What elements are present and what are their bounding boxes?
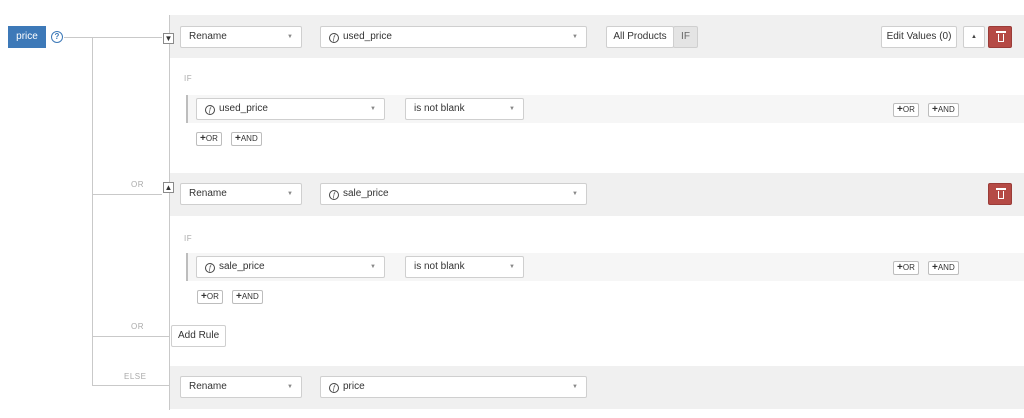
chevron-down-icon: ▼: [509, 264, 515, 270]
rule-2-action-value: Rename: [189, 188, 227, 199]
rule-1-source-select[interactable]: f used_price ▼: [320, 26, 587, 48]
chevron-down-icon: ▼: [572, 191, 578, 197]
add-or-group-button[interactable]: +OR: [197, 290, 223, 304]
edit-values-button[interactable]: Edit Values (0): [881, 26, 957, 48]
chevron-down-icon: ▼: [287, 384, 293, 390]
rule-1-if-label: IF: [184, 74, 193, 83]
condition-or-button[interactable]: +OR: [893, 261, 919, 275]
rule-2-condition-field-value: sale_price: [219, 261, 265, 272]
add-and-group-button[interactable]: +AND: [232, 290, 263, 304]
chevron-down-icon: ▼: [287, 34, 293, 40]
rule-1-collapse-toggle[interactable]: ▼: [163, 33, 174, 44]
help-icon[interactable]: ?: [51, 31, 63, 43]
add-or-label: OR: [205, 134, 218, 143]
condition-bar: [186, 95, 188, 123]
add-and-group-button[interactable]: +AND: [231, 132, 262, 146]
function-icon: f: [205, 263, 215, 273]
condition-or-label: OR: [902, 105, 915, 114]
rule-2-source-select[interactable]: f sale_price ▼: [320, 183, 587, 205]
function-icon: f: [329, 383, 339, 393]
rule-1-condition-field-value: used_price: [219, 103, 268, 114]
or-connector-label: OR: [131, 322, 144, 331]
rule-2-action-select[interactable]: Rename ▼: [180, 183, 302, 205]
rule-2-condition-operator-select[interactable]: is not blank ▼: [405, 256, 524, 278]
rule-2-expand-toggle[interactable]: ▲: [163, 182, 174, 193]
condition-and-button[interactable]: +AND: [928, 103, 959, 117]
rule-1-condition-operator-select[interactable]: is not blank ▼: [405, 98, 524, 120]
add-or-group-button[interactable]: +OR: [196, 132, 222, 146]
else-source-select[interactable]: f price ▼: [320, 376, 587, 398]
rule-2-condition-field-select[interactable]: f sale_price ▼: [196, 256, 385, 278]
connector-line: [92, 194, 162, 195]
else-connector-label: ELSE: [124, 372, 147, 381]
add-rule-button[interactable]: Add Rule: [171, 325, 227, 347]
add-and-label: AND: [240, 134, 258, 143]
condition-bar: [186, 253, 188, 281]
chevron-down-icon: ▼: [572, 34, 578, 40]
chevron-down-icon: ▼: [370, 264, 376, 270]
rule-1-delete-button[interactable]: [988, 26, 1012, 48]
chevron-down-icon: ▼: [509, 106, 515, 112]
else-source-value: price: [343, 381, 365, 392]
function-icon: f: [329, 33, 339, 43]
condition-and-label: AND: [937, 263, 955, 272]
condition-and-button[interactable]: +AND: [928, 261, 959, 275]
field-pill-price[interactable]: price: [8, 26, 46, 48]
condition-or-button[interactable]: +OR: [893, 103, 919, 117]
else-action-select[interactable]: Rename ▼: [180, 376, 302, 398]
rule-2-if-label: IF: [184, 234, 193, 243]
rule-1-action-value: Rename: [189, 31, 227, 42]
rule-1-condition-operator-value: is not blank: [414, 103, 465, 114]
scope-if-button[interactable]: IF: [673, 26, 698, 48]
function-icon: f: [329, 190, 339, 200]
or-connector-label: OR: [131, 180, 144, 189]
rule-2-condition-operator-value: is not blank: [414, 261, 465, 272]
add-or-label: OR: [206, 292, 219, 301]
rule-1-condition-field-select[interactable]: f used_price ▼: [196, 98, 385, 120]
add-and-label: AND: [241, 292, 259, 301]
connector-line: [92, 37, 93, 385]
chevron-down-icon: ▼: [287, 191, 293, 197]
rule-1-action-select[interactable]: Rename ▼: [180, 26, 302, 48]
connector-line: [92, 385, 170, 386]
move-up-button[interactable]: ▲: [963, 26, 985, 48]
trash-icon: [996, 188, 1006, 200]
rule-2-source-value: sale_price: [343, 188, 389, 199]
connector-line: [64, 37, 162, 38]
scope-all-products-button[interactable]: All Products: [606, 26, 674, 48]
rule-2-delete-button[interactable]: [988, 183, 1012, 205]
condition-or-label: OR: [902, 263, 915, 272]
trash-icon: [996, 31, 1006, 43]
else-action-value: Rename: [189, 381, 227, 392]
chevron-down-icon: ▼: [572, 384, 578, 390]
connector-line: [92, 336, 170, 337]
function-icon: f: [205, 105, 215, 115]
condition-and-label: AND: [937, 105, 955, 114]
chevron-down-icon: ▼: [370, 106, 376, 112]
rule-1-source-value: used_price: [343, 31, 392, 42]
